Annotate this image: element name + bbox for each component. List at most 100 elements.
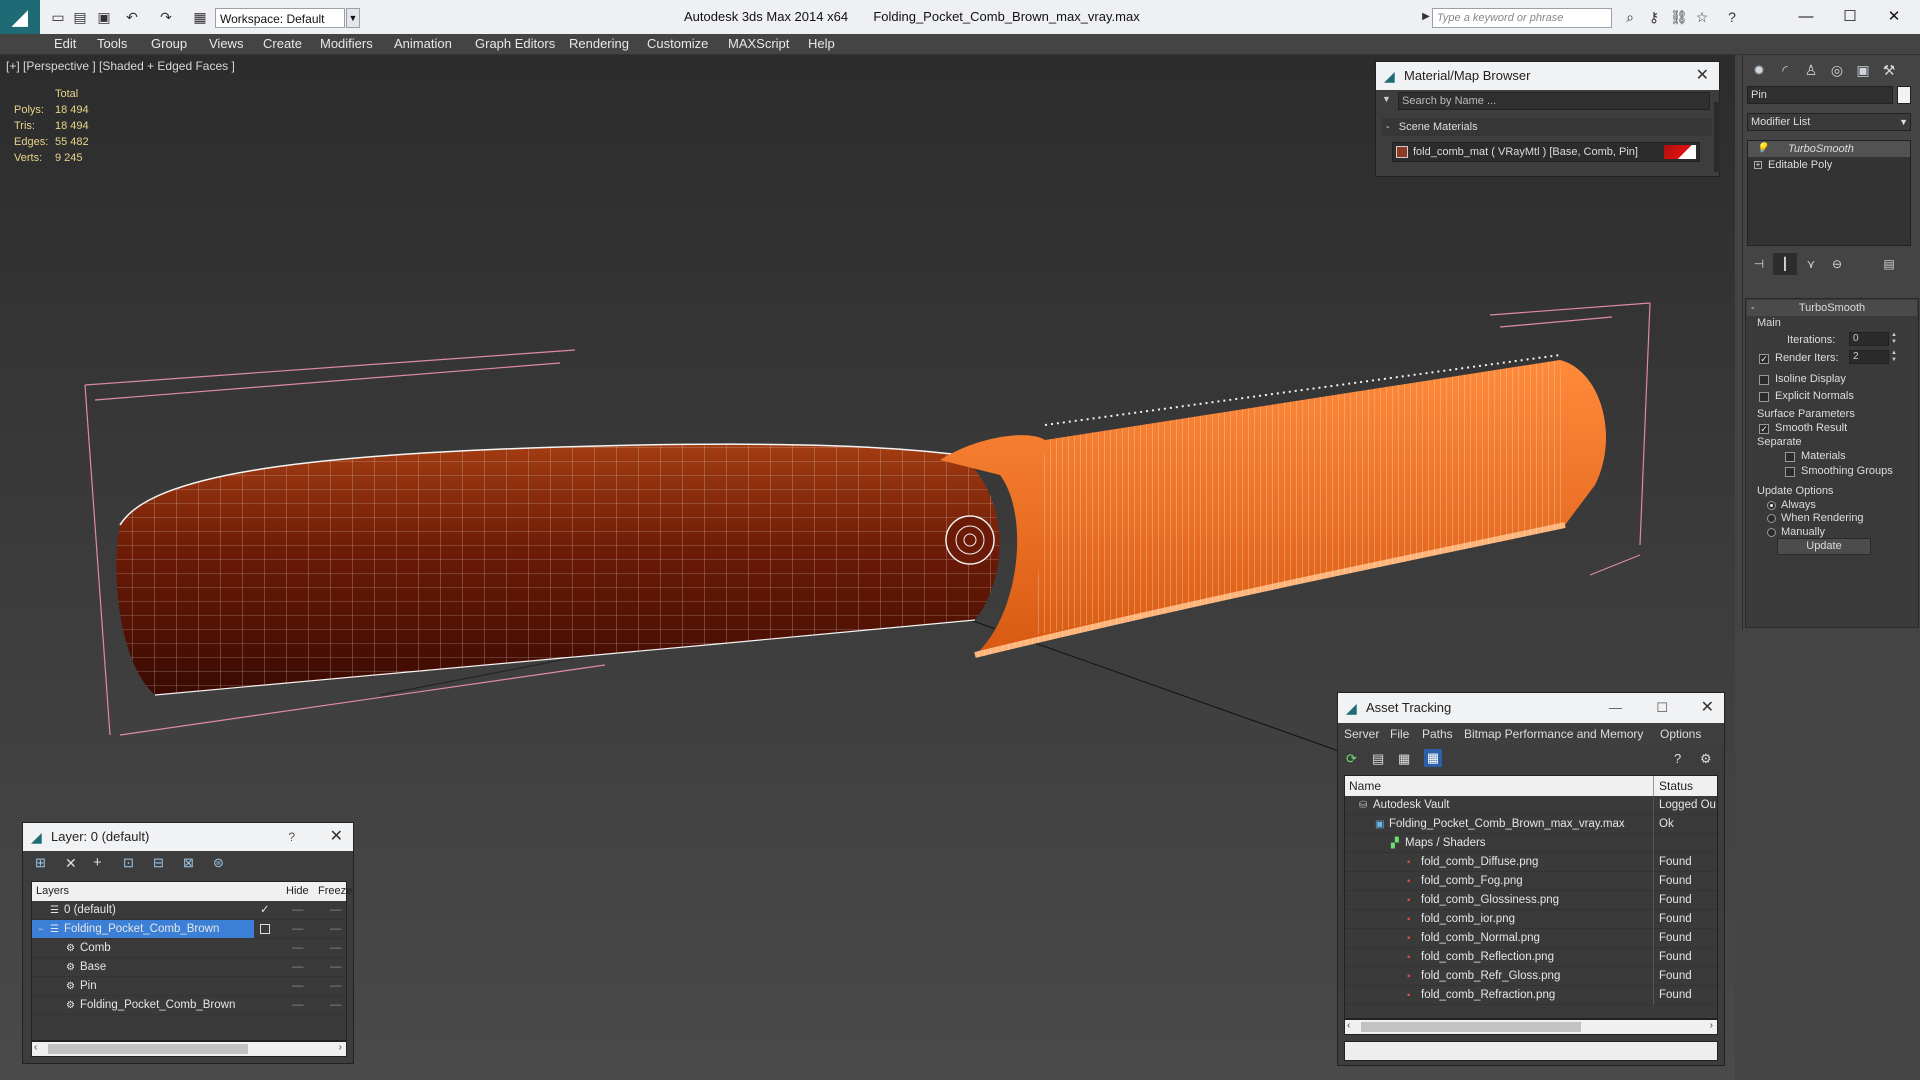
asset-row[interactable]: ▪ fold_comb_Diffuse.png Found [1345,853,1717,872]
status-column-header[interactable]: Status [1659,776,1693,796]
binoculars-icon[interactable]: ⌕ [1622,9,1638,25]
redo-icon[interactable]: ↷ [158,9,174,25]
asset-row[interactable]: ▞ Maps / Shaders [1345,834,1717,853]
close-icon[interactable]: ✕ [330,823,343,851]
hide-column-header[interactable]: Hide [286,882,309,901]
render-iters-checkbox[interactable]: ✓ [1759,354,1769,364]
freeze-toggle[interactable]: — [330,920,342,939]
stack-item-editable-poly[interactable]: + Editable Poly [1748,157,1910,173]
hide-toggle[interactable]: — [292,977,304,996]
make-unique-icon[interactable]: ⋎ [1799,253,1823,275]
update-button[interactable]: Update [1777,538,1871,555]
freeze-toggle[interactable]: — [330,958,342,977]
update-manually-radio[interactable] [1767,528,1776,537]
material-browser-titlebar[interactable]: ◢ Material/Map Browser ✕ [1376,62,1719,90]
menu-graph-editors[interactable]: Graph Editors [475,36,555,51]
close-icon[interactable]: ✕ [1696,62,1709,90]
material-scrollbar[interactable] [1714,102,1720,172]
freeze-toggle[interactable]: — [330,996,342,1015]
menu-rendering[interactable]: Rendering [569,36,629,51]
chevron-down-icon[interactable]: ▼ [346,8,360,28]
asset-path-field[interactable] [1344,1041,1718,1061]
asset-row[interactable]: ▪ fold_comb_Glossiness.png Found [1345,891,1717,910]
maximize-button[interactable]: ☐ [1830,6,1870,28]
freeze-toggle[interactable]: — [330,901,342,920]
name-column-header[interactable]: Name [1349,776,1381,796]
scrollbar-thumb[interactable] [1361,1022,1581,1032]
freeze-toggle[interactable]: — [330,977,342,996]
undo-icon[interactable]: ↶ [124,9,140,25]
configure-sets-icon[interactable]: ▤ [1877,253,1901,275]
asset-horizontal-scrollbar[interactable]: ‹ › [1344,1019,1718,1035]
modifier-list-dropdown[interactable]: Modifier List ▼ [1747,113,1911,131]
isoline-display-checkbox[interactable] [1759,375,1769,385]
layer-horizontal-scrollbar[interactable]: ‹ › [31,1041,347,1057]
render-iters-spinner[interactable]: 2 [1849,350,1889,364]
menu-group[interactable]: Group [151,36,187,51]
asset-row[interactable]: ▪ fold_comb_Refr_Gloss.png Found [1345,967,1717,986]
update-when-rendering-radio[interactable] [1767,514,1776,523]
add-to-layer-icon[interactable]: + [93,854,102,871]
hierarchy-tab-icon[interactable]: ♙ [1799,59,1823,81]
project-folder-icon[interactable]: ▦ [192,9,208,25]
thumbnail-view-icon[interactable]: ▦ [1398,751,1410,767]
freeze-column-header[interactable]: Freeze [318,882,352,901]
open-file-icon[interactable]: ▤ [72,9,88,25]
layer-row[interactable]: ⚙ Folding_Pocket_Comb_Brown — — [32,996,346,1015]
asset-row[interactable]: ▪ fold_comb_Reflection.png Found [1345,948,1717,967]
hide-toggle[interactable]: — [292,996,304,1015]
active-layer-check-icon[interactable]: ✓ [260,901,270,920]
layer-row[interactable]: − ☰ Folding_Pocket_Comb_Brown — — [32,920,346,939]
menu-animation[interactable]: Animation [394,36,452,51]
chevron-right-icon[interactable]: › [339,1042,342,1053]
hide-toggle[interactable]: — [292,939,304,958]
menu-help[interactable]: Help [808,36,835,51]
new-file-icon[interactable]: ▭ [50,9,66,25]
search-input[interactable]: Type a keyword or phrase [1432,8,1612,28]
menu-edit[interactable]: Edit [54,36,76,51]
material-item[interactable]: fold_comb_mat ( VRayMtl ) [Base, Comb, P… [1392,142,1700,162]
menu-create[interactable]: Create [263,36,302,51]
asset-row[interactable]: ▣ Folding_Pocket_Comb_Brown_max_vray.max O… [1345,815,1717,834]
close-button[interactable]: ✕ [1874,6,1914,28]
pin-stack-icon[interactable]: ⊣ [1747,253,1771,275]
help-icon[interactable]: ? [1724,9,1740,25]
save-file-icon[interactable]: ▣ [96,9,112,25]
smoothing-groups-checkbox[interactable] [1785,467,1795,477]
settings-icon[interactable]: ⚙ [1700,751,1712,767]
layer-row[interactable]: ⚙ Comb — — [32,939,346,958]
link-icon[interactable]: ⛓ [1670,9,1688,25]
key-icon[interactable]: ⚷ [1646,9,1662,25]
menu-modifiers[interactable]: Modifiers [320,36,373,51]
menu-customize[interactable]: Customize [647,36,708,51]
help-icon[interactable]: ? [288,823,295,851]
collapse-icon[interactable]: − [38,920,43,939]
create-layer-icon[interactable]: ⊞ [35,855,46,871]
chevron-down-icon[interactable]: ▼ [1382,94,1392,104]
lightbulb-icon[interactable]: 💡 [1756,141,1768,157]
chevron-right-icon[interactable]: › [1710,1020,1713,1031]
asset-row[interactable]: ▪ fold_comb_Normal.png Found [1345,929,1717,948]
list-view-icon[interactable]: ▤ [1372,751,1384,767]
smooth-result-checkbox[interactable]: ✓ [1759,424,1769,434]
select-in-layer-icon[interactable]: ⊡ [123,855,134,871]
maximize-icon[interactable]: ☐ [1656,693,1668,723]
comb-pin-mesh[interactable] [945,515,995,565]
create-tab-icon[interactable]: ✹ [1747,59,1771,81]
scene-materials-header[interactable]: - Scene Materials [1382,118,1712,136]
hide-toggle[interactable]: — [292,920,304,939]
workspace-dropdown[interactable]: Workspace: Default [215,8,345,28]
modify-tab-icon[interactable]: ◜ [1773,59,1797,81]
asset-tracking-titlebar[interactable]: ◢ Asset Tracking — ☐ ✕ [1338,693,1724,723]
app-logo-icon[interactable]: ◢ [0,0,40,34]
scrollbar-thumb[interactable] [48,1044,248,1054]
viewport-label[interactable]: [+] [Perspective ] [Shaded + Edged Faces… [6,59,235,73]
chevron-left-icon[interactable]: ‹ [34,1042,37,1053]
spinner-arrows-icon[interactable]: ▲ ▼ [1891,350,1899,364]
minimize-icon[interactable]: — [1609,693,1622,723]
layer-row[interactable]: ☰ 0 (default) ✓ — — [32,901,346,920]
asset-menu-bitmap-performance[interactable]: Bitmap Performance and Memory [1464,723,1643,745]
remove-modifier-icon[interactable]: ⊖ [1825,253,1849,275]
close-icon[interactable]: ✕ [1701,693,1714,723]
stack-item-turbosmooth[interactable]: 💡 TurboSmooth [1748,141,1910,157]
